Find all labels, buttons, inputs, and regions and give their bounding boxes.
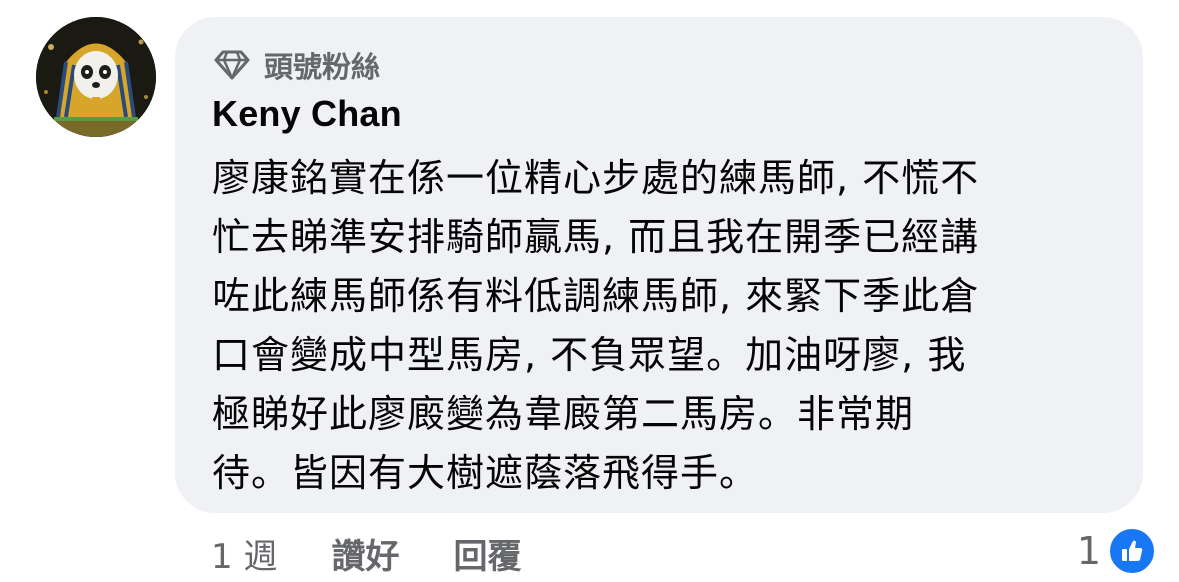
comment-timestamp[interactable]: 1 週 [211,529,277,578]
thumbs-up-icon [1107,526,1157,576]
reaction-summary[interactable]: 1 [1077,526,1157,576]
like-button[interactable]: 讚好 [331,529,399,578]
comment-text: 廖康銘實在係一位精心步處的練馬師, 不慌不 忙去睇準安排騎師贏馬, 而且我在開季… [212,156,980,495]
badge-label: 頭號粉絲 [264,50,381,84]
reaction-count: 1 [1076,529,1101,573]
comment-author[interactable]: Keny Chan [212,93,402,135]
comment-actions: 1 週 讚好 回覆 [211,528,521,578]
comment-bubble: 頭號粉絲 Keny Chan 廖康銘實在係一位精心步處的練馬師, 不慌不 忙去睇… [175,17,1143,513]
diamond-icon [214,49,250,81]
top-fan-badge[interactable]: 頭號粉絲 [214,45,380,85]
comment: 頭號粉絲 Keny Chan 廖康銘實在係一位精心步處的練馬師, 不慌不 忙去睇… [0,0,1179,582]
reply-button[interactable]: 回覆 [453,529,521,578]
avatar[interactable] [36,17,156,137]
